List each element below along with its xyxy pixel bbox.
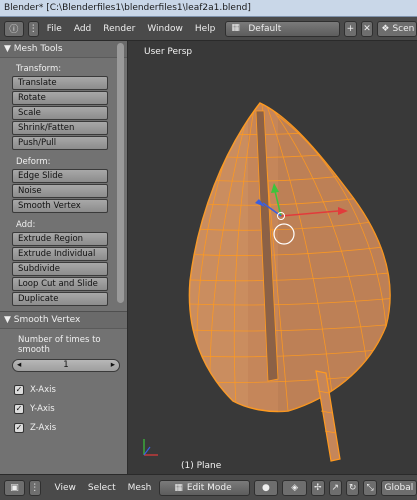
rotate-button[interactable]: Rotate xyxy=(12,91,108,105)
smooth-vertex-title: Smooth Vertex xyxy=(13,315,81,325)
x-axis-toggle[interactable]: ✓ X-Axis xyxy=(0,380,127,399)
viewport-editor-type-button[interactable]: ▣ xyxy=(4,479,26,496)
info-icon: ⓘ xyxy=(9,25,19,35)
z-axis-checkbox[interactable]: ✓ xyxy=(14,422,24,433)
menu-view[interactable]: View xyxy=(51,483,80,493)
collapse-menus-button[interactable]: ⋮ xyxy=(29,479,41,496)
repeat-number-field[interactable]: ◂ 1 ▸ xyxy=(12,359,120,372)
menu-add[interactable]: Add xyxy=(70,24,95,34)
pivot-icon: ◈ xyxy=(291,482,299,493)
object-label: (1) Plane xyxy=(181,461,222,471)
viewport-shading-select[interactable]: ● xyxy=(253,479,279,496)
shrink-fatten-button[interactable]: Shrink/Fatten xyxy=(12,121,108,135)
orientation-name: Global xyxy=(384,482,414,493)
loop-cut-button[interactable]: Loop Cut and Slide xyxy=(12,277,108,291)
manipulator-icon: ✢ xyxy=(314,482,322,493)
arrow-icon: ↗ xyxy=(331,482,339,493)
plus-icon: + xyxy=(346,23,355,34)
grid-icon: ▦ xyxy=(231,22,240,33)
collapse-menus-button[interactable]: ⋮ xyxy=(27,20,39,37)
repeat-value: 1 xyxy=(63,360,69,370)
screen-layout-name: Default xyxy=(248,23,282,34)
rotate-manipulator-button[interactable]: ↻ xyxy=(345,479,360,496)
z-axis-label: Z-Axis xyxy=(30,422,57,433)
y-axis-label: Y-Axis xyxy=(30,403,55,414)
y-axis-toggle[interactable]: ✓ Y-Axis xyxy=(0,399,127,418)
noise-button[interactable]: Noise xyxy=(12,184,108,198)
solid-shading-icon: ● xyxy=(261,482,270,493)
window-title: Blender* [C:\Blenderfiles1\blenderfiles1… xyxy=(4,3,251,13)
info-header: ⓘ ⋮ File Add Render Window Help ▦ Defaul… xyxy=(0,17,417,41)
dots-icon: ⋮ xyxy=(30,482,40,493)
cube-icon: ▣ xyxy=(10,482,19,493)
tool-shelf: ▼ Mesh Tools Transform: Translate Rotate… xyxy=(0,41,128,474)
translate-button[interactable]: Translate xyxy=(12,76,108,90)
mesh-tools-title: Mesh Tools xyxy=(13,44,63,54)
scale-icon: ⤡ xyxy=(366,482,374,493)
duplicate-button[interactable]: Duplicate xyxy=(12,292,108,306)
mesh-tools-header[interactable]: ▼ Mesh Tools xyxy=(0,41,127,58)
rotate-icon: ↻ xyxy=(348,482,357,493)
increment-arrow-icon[interactable]: ▸ xyxy=(111,360,115,371)
scale-button[interactable]: Scale xyxy=(12,106,108,120)
scale-manipulator-button[interactable]: ⤡ xyxy=(363,479,377,496)
menu-help[interactable]: Help xyxy=(191,24,220,34)
mesh-wireframe xyxy=(189,103,391,412)
x-axis-checkbox[interactable]: ✓ xyxy=(14,384,24,395)
smooth-vertex-header[interactable]: ▼ Smooth Vertex xyxy=(0,312,127,329)
extrude-individual-button[interactable]: Extrude Individual xyxy=(12,247,108,261)
delete-screen-button[interactable]: ✕ xyxy=(360,20,374,37)
deform-label: Deform: xyxy=(16,157,51,167)
add-screen-button[interactable]: + xyxy=(344,20,357,37)
collapse-triangle-icon: ▼ xyxy=(4,315,11,325)
edit-mode-icon: ▦ xyxy=(174,482,183,493)
transform-label: Transform: xyxy=(16,64,62,74)
screen-layout-select[interactable]: ▦ Default xyxy=(225,20,341,37)
translate-manipulator-button[interactable]: ↗ xyxy=(328,479,342,496)
transform-orientation-select[interactable]: Global xyxy=(380,479,417,496)
editor-type-button[interactable]: ⓘ xyxy=(4,20,24,37)
extrude-region-button[interactable]: Extrude Region xyxy=(12,232,108,246)
scene-select[interactable]: ❖ Scen xyxy=(377,20,417,37)
3d-viewport[interactable]: User Persp (1) Plane xyxy=(128,41,417,474)
mode-select[interactable]: ▦ Edit Mode xyxy=(159,479,250,496)
decrement-arrow-icon[interactable]: ◂ xyxy=(17,360,21,371)
menu-file[interactable]: File xyxy=(43,24,66,34)
close-icon: ✕ xyxy=(363,23,371,34)
menu-window[interactable]: Window xyxy=(143,24,187,34)
scene-name: Scen xyxy=(392,23,415,34)
dots-icon: ⋮ xyxy=(28,23,38,34)
scene-icon: ❖ xyxy=(381,23,390,34)
repeat-label: Number of times to smooth xyxy=(18,335,101,355)
edge-slide-button[interactable]: Edge Slide xyxy=(12,169,108,183)
x-axis-label: X-Axis xyxy=(30,384,56,395)
mode-name: Edit Mode xyxy=(186,482,232,493)
axis-orientation-widget xyxy=(143,439,158,456)
window-titlebar: Blender* [C:\Blenderfiles1\blenderfiles1… xyxy=(0,0,417,17)
leaf-mesh[interactable] xyxy=(128,41,417,474)
menu-select[interactable]: Select xyxy=(84,483,120,493)
smooth-vertex-button[interactable]: Smooth Vertex xyxy=(12,199,108,213)
subdivide-button[interactable]: Subdivide xyxy=(12,262,108,276)
manipulator-toggle[interactable]: ✢ xyxy=(311,479,325,496)
tool-shelf-scrollbar[interactable] xyxy=(117,43,124,303)
menu-render[interactable]: Render xyxy=(99,24,139,34)
push-pull-button[interactable]: Push/Pull xyxy=(12,136,108,150)
z-axis-toggle[interactable]: ✓ Z-Axis xyxy=(0,418,127,437)
viewport-header: ▣ ⋮ View Select Mesh ▦ Edit Mode ● ◈ ✢ ↗… xyxy=(0,474,417,500)
pivot-point-select[interactable]: ◈ xyxy=(282,479,308,496)
collapse-triangle-icon: ▼ xyxy=(4,44,11,54)
add-label: Add: xyxy=(16,220,36,230)
menu-mesh[interactable]: Mesh xyxy=(124,483,156,493)
operator-panel: ▼ Smooth Vertex Number of times to smoot… xyxy=(0,311,127,474)
y-axis-checkbox[interactable]: ✓ xyxy=(14,403,24,414)
